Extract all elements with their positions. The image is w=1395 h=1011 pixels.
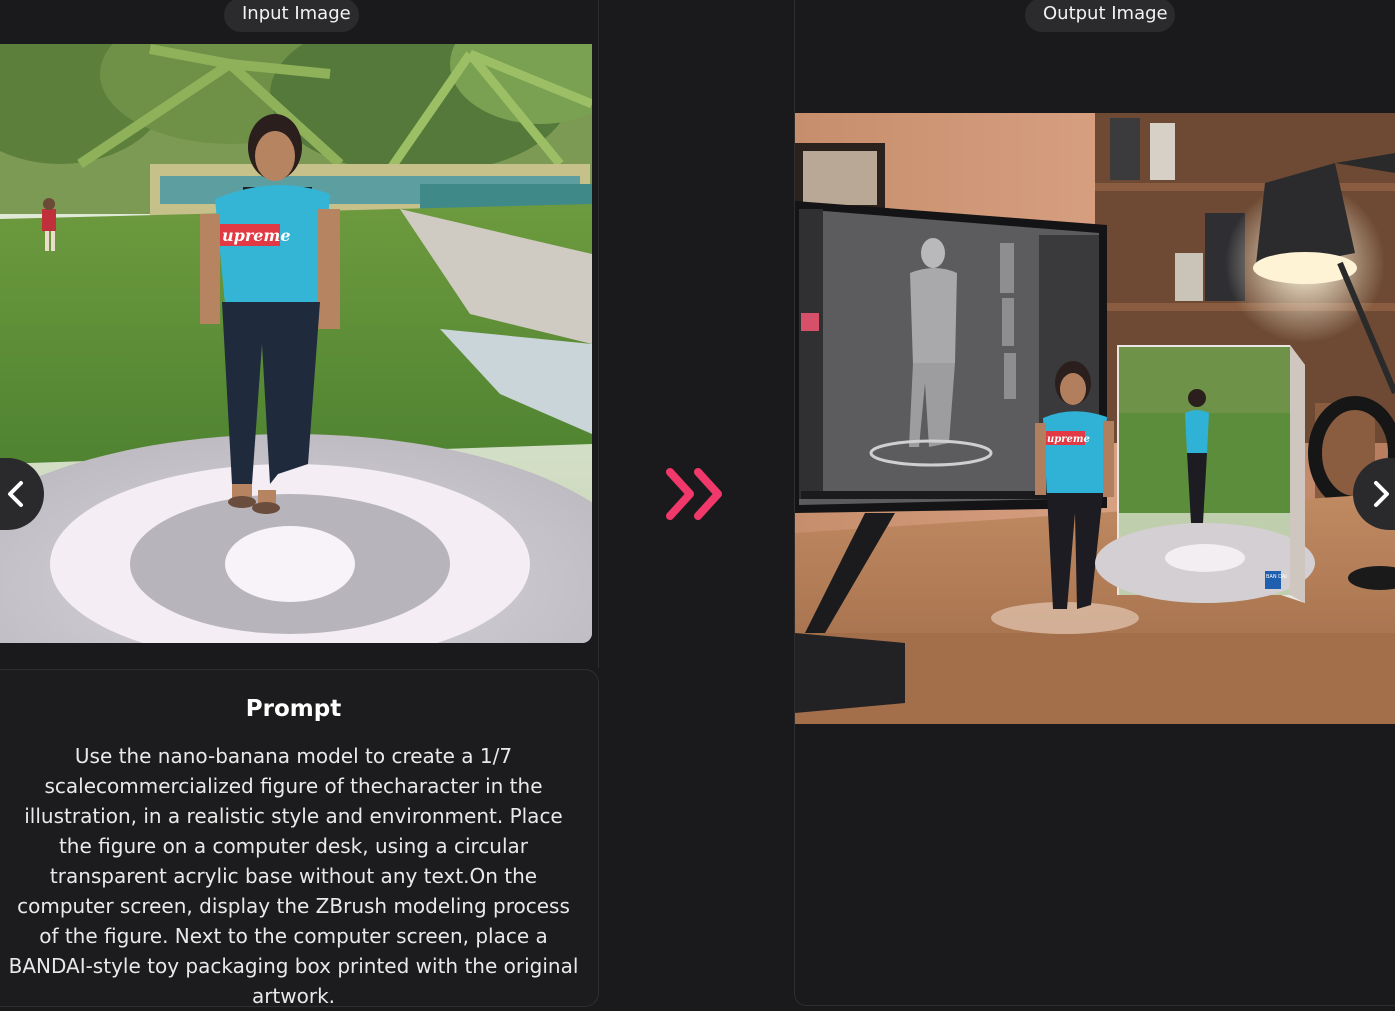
figure-shirt-text: upreme [1047, 434, 1090, 445]
chevron-right-icon [1371, 480, 1393, 508]
input-shirt-text: upreme [222, 226, 291, 245]
prompt-title: Prompt [245, 696, 342, 722]
double-chevron-right-icon [664, 466, 728, 522]
input-image: upreme [0, 44, 592, 643]
input-column: upreme Prompt Use the nano-banana model … [0, 0, 600, 1011]
chevron-left-icon [4, 480, 26, 508]
output-image: upreme BAN DAI [795, 113, 1395, 724]
prompt-text: Use the nano-banana model to create a 1/… [8, 744, 579, 1008]
comparison-page: upreme Prompt Use the nano-banana model … [0, 0, 1395, 1011]
column-divider [598, 0, 599, 668]
box-brand-text: BAN DAI [1266, 574, 1287, 580]
input-image-label: Input Image [224, 0, 359, 32]
output-image-label: Output Image [1025, 0, 1175, 32]
prompt-card: Prompt Use the nano-banana model to crea… [0, 669, 599, 1008]
